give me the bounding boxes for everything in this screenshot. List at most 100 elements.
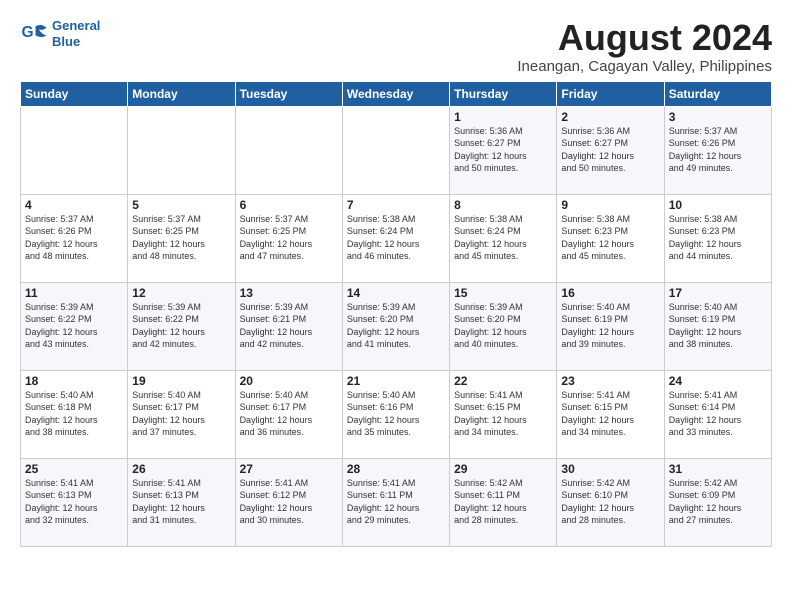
day-info: Sunrise: 5:38 AM Sunset: 6:23 PM Dayligh… bbox=[561, 213, 659, 263]
day-cell: 11Sunrise: 5:39 AM Sunset: 6:22 PM Dayli… bbox=[21, 282, 128, 370]
header-row: Sunday Monday Tuesday Wednesday Thursday… bbox=[21, 81, 772, 106]
week-row-2: 4Sunrise: 5:37 AM Sunset: 6:26 PM Daylig… bbox=[21, 194, 772, 282]
day-cell: 18Sunrise: 5:40 AM Sunset: 6:18 PM Dayli… bbox=[21, 370, 128, 458]
day-cell: 19Sunrise: 5:40 AM Sunset: 6:17 PM Dayli… bbox=[128, 370, 235, 458]
page: G General Blue August 2024 Ineangan, Cag… bbox=[0, 0, 792, 559]
day-info: Sunrise: 5:37 AM Sunset: 6:26 PM Dayligh… bbox=[669, 125, 767, 175]
day-info: Sunrise: 5:41 AM Sunset: 6:13 PM Dayligh… bbox=[132, 477, 230, 527]
day-cell: 6Sunrise: 5:37 AM Sunset: 6:25 PM Daylig… bbox=[235, 194, 342, 282]
day-number: 31 bbox=[669, 462, 767, 476]
day-cell: 8Sunrise: 5:38 AM Sunset: 6:24 PM Daylig… bbox=[450, 194, 557, 282]
day-cell: 22Sunrise: 5:41 AM Sunset: 6:15 PM Dayli… bbox=[450, 370, 557, 458]
day-cell: 5Sunrise: 5:37 AM Sunset: 6:25 PM Daylig… bbox=[128, 194, 235, 282]
day-cell: 15Sunrise: 5:39 AM Sunset: 6:20 PM Dayli… bbox=[450, 282, 557, 370]
week-row-4: 18Sunrise: 5:40 AM Sunset: 6:18 PM Dayli… bbox=[21, 370, 772, 458]
day-info: Sunrise: 5:42 AM Sunset: 6:10 PM Dayligh… bbox=[561, 477, 659, 527]
day-cell bbox=[128, 106, 235, 194]
day-number: 23 bbox=[561, 374, 659, 388]
day-cell: 27Sunrise: 5:41 AM Sunset: 6:12 PM Dayli… bbox=[235, 458, 342, 546]
day-info: Sunrise: 5:40 AM Sunset: 6:18 PM Dayligh… bbox=[25, 389, 123, 439]
day-cell bbox=[235, 106, 342, 194]
day-number: 18 bbox=[25, 374, 123, 388]
day-cell: 28Sunrise: 5:41 AM Sunset: 6:11 PM Dayli… bbox=[342, 458, 449, 546]
day-info: Sunrise: 5:38 AM Sunset: 6:24 PM Dayligh… bbox=[347, 213, 445, 263]
day-cell bbox=[342, 106, 449, 194]
week-row-5: 25Sunrise: 5:41 AM Sunset: 6:13 PM Dayli… bbox=[21, 458, 772, 546]
logo: G General Blue bbox=[20, 18, 100, 49]
week-row-3: 11 Sunrise: 5:39 AM Sunset: 6:22 PM Dayli… bbox=[21, 282, 772, 370]
location: Ineangan, Cagayan Valley, Philippines bbox=[517, 58, 772, 75]
day-number: 25 bbox=[25, 462, 123, 476]
day-info: Sunrise: 5:40 AM Sunset: 6:19 PM Dayligh… bbox=[669, 301, 767, 351]
day-cell: 4Sunrise: 5:37 AM Sunset: 6:26 PM Daylig… bbox=[21, 194, 128, 282]
day-number: 16 bbox=[561, 286, 659, 300]
day-info: Sunrise: 5:42 AM Sunset: 6:11 PM Dayligh… bbox=[454, 477, 552, 527]
col-friday: Friday bbox=[557, 81, 664, 106]
day-cell: 25Sunrise: 5:41 AM Sunset: 6:13 PM Dayli… bbox=[21, 458, 128, 546]
day-number: 8 bbox=[454, 198, 552, 212]
day-cell: 9Sunrise: 5:38 AM Sunset: 6:23 PM Daylig… bbox=[557, 194, 664, 282]
day-cell: 14Sunrise: 5:39 AM Sunset: 6:20 PM Dayli… bbox=[342, 282, 449, 370]
day-number: 19 bbox=[132, 374, 230, 388]
day-info: Sunrise: 5:41 AM Sunset: 6:11 PM Dayligh… bbox=[347, 477, 445, 527]
day-cell: 20Sunrise: 5:40 AM Sunset: 6:17 PM Dayli… bbox=[235, 370, 342, 458]
col-saturday: Saturday bbox=[664, 81, 771, 106]
day-number: 4 bbox=[25, 198, 123, 212]
day-info: Sunrise: 5:40 AM Sunset: 6:17 PM Dayligh… bbox=[240, 389, 338, 439]
col-monday: Monday bbox=[128, 81, 235, 106]
day-cell bbox=[21, 106, 128, 194]
day-cell: 31Sunrise: 5:42 AM Sunset: 6:09 PM Dayli… bbox=[664, 458, 771, 546]
day-number: 14 bbox=[347, 286, 445, 300]
day-info: Sunrise: 5:40 AM Sunset: 6:19 PM Dayligh… bbox=[561, 301, 659, 351]
col-wednesday: Wednesday bbox=[342, 81, 449, 106]
header: G General Blue August 2024 Ineangan, Cag… bbox=[20, 18, 772, 75]
day-info: Sunrise: 5:38 AM Sunset: 6:23 PM Dayligh… bbox=[669, 213, 767, 263]
day-info: Sunrise: 5:39 AM Sunset: 6:22 PM Dayligh… bbox=[132, 301, 230, 351]
day-cell: 17Sunrise: 5:40 AM Sunset: 6:19 PM Dayli… bbox=[664, 282, 771, 370]
day-number: 15 bbox=[454, 286, 552, 300]
week-row-1: 1 Sunrise: 5:36 AM Sunset: 6:27 PM Daylig… bbox=[21, 106, 772, 194]
day-number: 12 bbox=[132, 286, 230, 300]
day-info: Sunrise: 5:42 AM Sunset: 6:09 PM Dayligh… bbox=[669, 477, 767, 527]
day-info: Sunrise: 5:37 AM Sunset: 6:26 PM Dayligh… bbox=[25, 213, 123, 263]
day-info: Sunrise: 5:39 AM Sunset: 6:20 PM Dayligh… bbox=[454, 301, 552, 351]
day-info: Sunrise: 5:39 AM Sunset: 6:20 PM Dayligh… bbox=[347, 301, 445, 351]
day-number: 21 bbox=[347, 374, 445, 388]
day-number: 10 bbox=[669, 198, 767, 212]
day-info: Sunrise: 5:37 AM Sunset: 6:25 PM Dayligh… bbox=[132, 213, 230, 263]
svg-text:G: G bbox=[22, 24, 34, 41]
month-year: August 2024 bbox=[517, 18, 772, 58]
col-sunday: Sunday bbox=[21, 81, 128, 106]
day-cell: 13Sunrise: 5:39 AM Sunset: 6:21 PM Dayli… bbox=[235, 282, 342, 370]
day-cell: 16Sunrise: 5:40 AM Sunset: 6:19 PM Dayli… bbox=[557, 282, 664, 370]
day-info: Sunrise: 5:41 AM Sunset: 6:15 PM Dayligh… bbox=[561, 389, 659, 439]
calendar: Sunday Monday Tuesday Wednesday Thursday… bbox=[20, 81, 772, 547]
logo-text: General Blue bbox=[52, 18, 100, 49]
day-cell: 3Sunrise: 5:37 AM Sunset: 6:26 PM Daylig… bbox=[664, 106, 771, 194]
day-number: 11 bbox=[25, 286, 123, 300]
col-thursday: Thursday bbox=[450, 81, 557, 106]
day-cell: 2Sunrise: 5:36 AM Sunset: 6:27 PM Daylig… bbox=[557, 106, 664, 194]
day-info: Sunrise: 5:39 AM Sunset: 6:21 PM Dayligh… bbox=[240, 301, 338, 351]
day-cell: 23Sunrise: 5:41 AM Sunset: 6:15 PM Dayli… bbox=[557, 370, 664, 458]
title-block: August 2024 Ineangan, Cagayan Valley, Ph… bbox=[517, 18, 772, 75]
day-info: Sunrise: 5:41 AM Sunset: 6:15 PM Dayligh… bbox=[454, 389, 552, 439]
day-number: 17 bbox=[669, 286, 767, 300]
day-number: 28 bbox=[347, 462, 445, 476]
day-info: Sunrise: 5:41 AM Sunset: 6:14 PM Dayligh… bbox=[669, 389, 767, 439]
day-cell: 1Sunrise: 5:36 AM Sunset: 6:27 PM Daylig… bbox=[450, 106, 557, 194]
day-info: Sunrise: 5:41 AM Sunset: 6:13 PM Dayligh… bbox=[25, 477, 123, 527]
day-cell: 10Sunrise: 5:38 AM Sunset: 6:23 PM Dayli… bbox=[664, 194, 771, 282]
day-number: 3 bbox=[669, 110, 767, 124]
day-number: 2 bbox=[561, 110, 659, 124]
day-number: 1 bbox=[454, 110, 552, 124]
day-number: 27 bbox=[240, 462, 338, 476]
day-number: 9 bbox=[561, 198, 659, 212]
day-info: Sunrise: 5:36 AM Sunset: 6:27 PM Dayligh… bbox=[561, 125, 659, 175]
day-info: Sunrise: 5:37 AM Sunset: 6:25 PM Dayligh… bbox=[240, 213, 338, 263]
col-tuesday: Tuesday bbox=[235, 81, 342, 106]
day-number: 26 bbox=[132, 462, 230, 476]
day-number: 20 bbox=[240, 374, 338, 388]
logo-icon: G bbox=[20, 20, 48, 48]
day-cell: 24Sunrise: 5:41 AM Sunset: 6:14 PM Dayli… bbox=[664, 370, 771, 458]
